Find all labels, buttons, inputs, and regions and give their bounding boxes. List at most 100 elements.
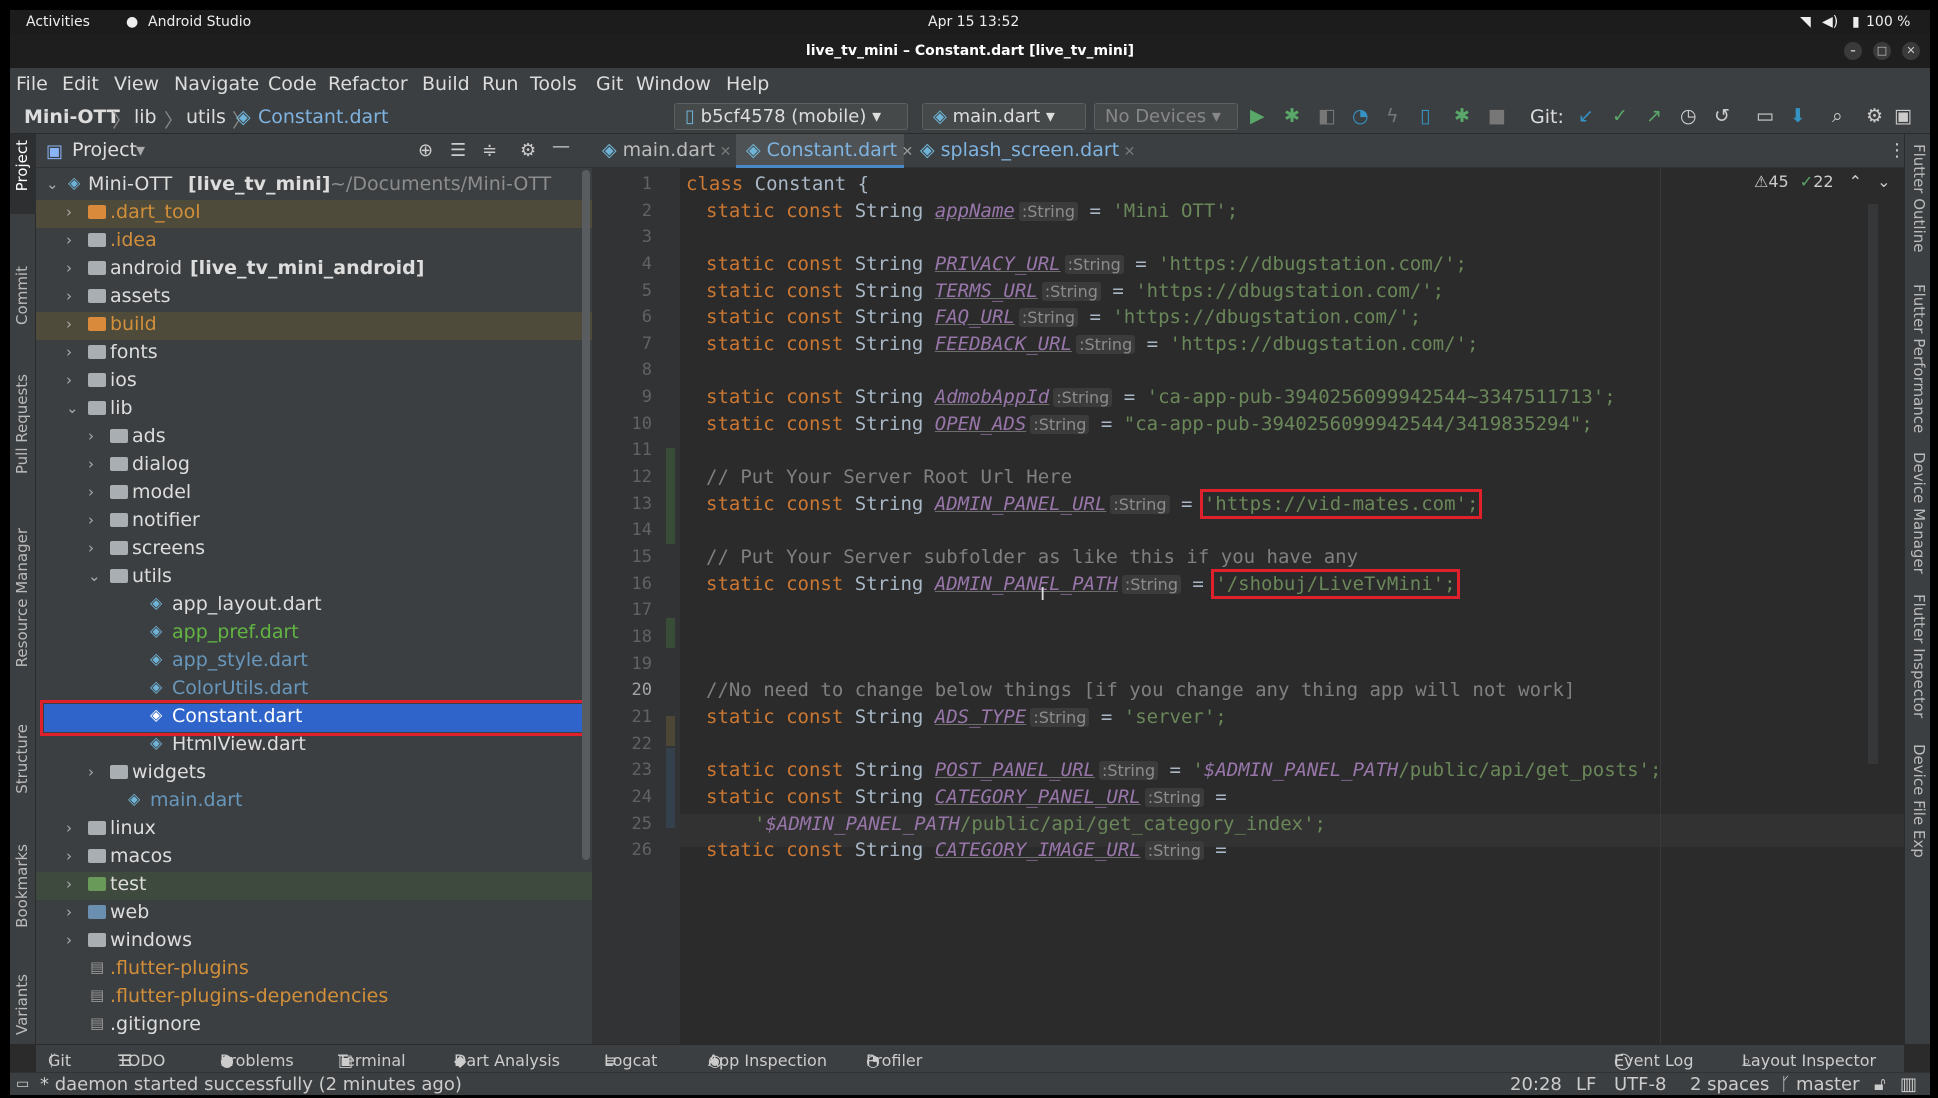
run-config-selector[interactable]: ◈ main.dart ▾ xyxy=(922,103,1086,130)
line-separator[interactable]: LF xyxy=(1576,1074,1596,1095)
code-line-7[interactable]: static const String FEEDBACK_URL:String … xyxy=(706,328,1478,361)
project-panel-title[interactable]: Project xyxy=(72,139,137,161)
chevron-right-icon[interactable]: › xyxy=(66,847,72,865)
menu-help[interactable]: Help xyxy=(726,73,769,95)
vcs-change-marker[interactable] xyxy=(666,448,675,544)
line-number[interactable]: 17 xyxy=(592,600,652,620)
tree-item-widgets[interactable]: › widgets xyxy=(36,760,592,788)
tab-constant-dart[interactable]: ◈ Constant.dart ✕ xyxy=(736,134,913,168)
chevron-down-icon[interactable]: ⌄ xyxy=(66,399,79,417)
vcs-change-marker[interactable] xyxy=(666,716,675,746)
search-icon[interactable]: ⌕ xyxy=(1832,106,1843,126)
breadcrumb-file[interactable]: Constant.dart xyxy=(258,106,388,128)
hide-panel-icon[interactable]: — xyxy=(552,136,570,157)
avatar-icon[interactable]: ▣ xyxy=(1894,106,1912,126)
collapse-all-icon[interactable]: ≑ xyxy=(482,140,497,161)
git-commit-icon[interactable]: ✓ xyxy=(1612,106,1628,126)
activities-button[interactable]: Activities xyxy=(26,14,90,30)
line-number[interactable]: 14 xyxy=(592,520,652,540)
tool-tab-structure[interactable]: Structure xyxy=(13,724,33,794)
line-number[interactable]: 2 xyxy=(592,201,652,221)
chevron-right-icon[interactable]: › xyxy=(66,343,72,361)
tree-item-idea[interactable]: › .idea xyxy=(36,228,592,256)
expand-all-icon[interactable]: ☰ xyxy=(450,140,466,161)
tool-tab-commit[interactable]: Commit xyxy=(13,266,33,325)
close-icon[interactable]: ✕ xyxy=(1902,42,1920,60)
code-line-2[interactable]: static const String appName:String = 'Mi… xyxy=(706,195,1238,228)
vcs-change-marker[interactable] xyxy=(666,618,675,648)
line-number[interactable]: 3 xyxy=(592,227,652,247)
chevron-down-icon[interactable]: ⌄ xyxy=(1877,172,1890,191)
line-number[interactable]: 24 xyxy=(592,787,652,807)
chevron-right-icon[interactable]: › xyxy=(66,315,72,333)
tree-item-notifier[interactable]: › notifier xyxy=(36,508,592,536)
chevron-right-icon[interactable]: › xyxy=(88,483,94,501)
line-number[interactable]: 19 xyxy=(592,654,652,674)
attach-debugger-icon[interactable]: ✱ xyxy=(1454,106,1470,126)
indent-setting[interactable]: 2 spaces xyxy=(1690,1074,1769,1095)
menu-git[interactable]: Git xyxy=(596,73,623,95)
tool-tab-resource-manager[interactable]: Resource Manager xyxy=(13,528,33,667)
breadcrumb-project[interactable]: Mini-OTT xyxy=(24,106,120,128)
chevron-right-icon[interactable]: › xyxy=(88,539,94,557)
wifi-icon[interactable]: ◥ xyxy=(1800,14,1811,30)
chevron-right-icon[interactable]: › xyxy=(66,931,72,949)
tree-item-ios[interactable]: › ios xyxy=(36,368,592,396)
chevron-down-icon[interactable]: ⌄ xyxy=(88,567,101,585)
memory-indicator-icon[interactable]: ▥ xyxy=(1900,1074,1917,1095)
editor-scrollbar[interactable] xyxy=(1868,204,1878,764)
code-editor[interactable]: class Constant { static const String app… xyxy=(680,168,1904,1044)
menu-build[interactable]: Build xyxy=(422,73,470,95)
tree-item-dialog[interactable]: › dialog xyxy=(36,452,592,480)
chevron-right-icon[interactable]: › xyxy=(66,371,72,389)
chevron-right-icon[interactable]: › xyxy=(66,231,72,249)
tool-tab-flutter-inspector[interactable]: Flutter Inspector xyxy=(1908,594,1928,718)
inspection-widget[interactable]: ⚠45 ✓22 ⌃ ⌄ xyxy=(1754,172,1891,191)
line-number[interactable]: 23 xyxy=(592,760,652,780)
debug-icon[interactable]: ✱ xyxy=(1284,106,1300,126)
tool-tab-variants[interactable]: Variants xyxy=(13,974,33,1035)
file-encoding[interactable]: UTF-8 xyxy=(1614,1074,1666,1095)
volume-icon[interactable]: ◀) xyxy=(1822,14,1838,30)
breadcrumb-lib[interactable]: lib xyxy=(134,106,157,128)
line-number[interactable]: 8 xyxy=(592,360,652,380)
tree-item-fonts[interactable]: › fonts xyxy=(36,340,592,368)
tree-item-linux[interactable]: › linux xyxy=(36,816,592,844)
device-selector[interactable]: ▯ b5cf4578 (mobile) ▾ xyxy=(674,103,908,130)
menu-navigate[interactable]: Navigate xyxy=(174,73,259,95)
locate-file-icon[interactable]: ⊕ xyxy=(418,140,433,161)
line-number[interactable]: 18 xyxy=(592,627,652,647)
tree-item-constant-selected[interactable]: ◈ Constant.dart xyxy=(40,700,588,736)
chevron-right-icon[interactable]: › xyxy=(66,903,72,921)
maximize-icon[interactable]: □ xyxy=(1873,42,1891,60)
menu-refactor[interactable]: Refactor xyxy=(328,73,408,95)
tree-item-windows[interactable]: › windows xyxy=(36,928,592,956)
close-icon[interactable]: ✕ xyxy=(1119,144,1136,160)
coverage-icon[interactable]: ◧ xyxy=(1318,106,1336,126)
tree-item-build[interactable]: › build xyxy=(36,312,592,340)
git-branch[interactable]: master xyxy=(1796,1074,1859,1095)
tree-item-test[interactable]: › test xyxy=(36,872,592,900)
tool-tab-flutter-performance[interactable]: Flutter Performance xyxy=(1908,284,1928,433)
tree-item-ads[interactable]: › ads xyxy=(36,424,592,452)
gear-icon[interactable]: ⚙ xyxy=(1866,106,1883,126)
tree-item-colorutils[interactable]: ◈ ColorUtils.dart xyxy=(36,676,592,704)
git-update-icon[interactable]: ↙ xyxy=(1578,106,1594,126)
device-manager-icon[interactable]: ▭ xyxy=(1756,106,1774,126)
tool-tab-bookmarks[interactable]: Bookmarks xyxy=(13,844,33,928)
line-number[interactable]: 25 xyxy=(592,814,652,834)
tree-item-dart-tool[interactable]: › .dart_tool xyxy=(36,200,592,228)
chevron-down-icon[interactable]: ⌄ xyxy=(46,175,59,193)
tool-tab-flutter-outline[interactable]: Flutter Outline xyxy=(1908,144,1928,253)
status-toggle-icon[interactable]: ▭ xyxy=(16,1076,29,1092)
line-number[interactable]: 4 xyxy=(592,254,652,274)
chevron-right-icon[interactable]: › xyxy=(66,259,72,277)
tree-item-web[interactable]: › web xyxy=(36,900,592,928)
tree-root[interactable]: ⌄ ◈ Mini-OTT [live_tv_mini] ~/Documents/… xyxy=(36,172,592,200)
line-number[interactable]: 1 xyxy=(592,174,652,194)
close-icon[interactable]: ✕ xyxy=(715,144,732,160)
chevron-right-icon[interactable]: › xyxy=(88,511,94,529)
history-icon[interactable]: ◷ xyxy=(1680,106,1697,126)
status-message[interactable]: * daemon started successfully (2 minutes… xyxy=(40,1074,462,1095)
chevron-right-icon[interactable]: › xyxy=(66,203,72,221)
